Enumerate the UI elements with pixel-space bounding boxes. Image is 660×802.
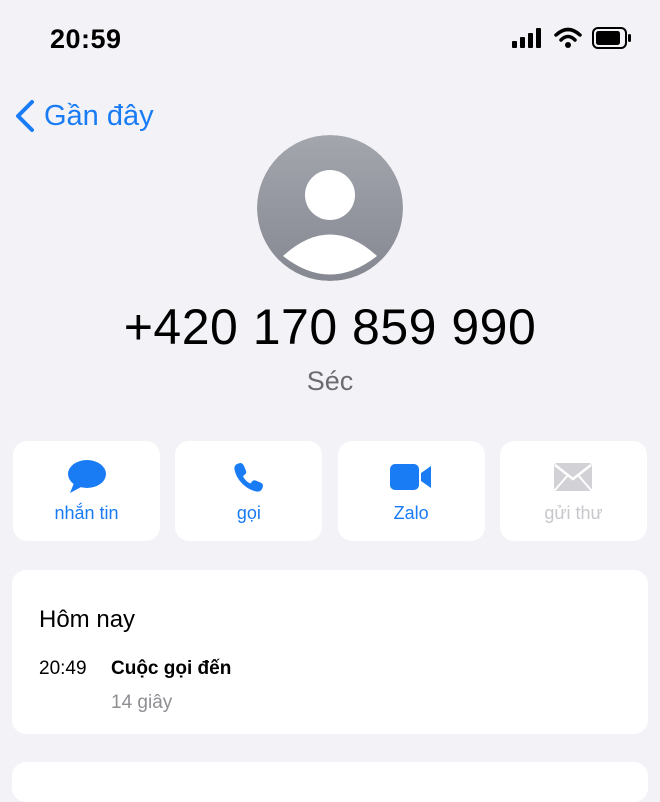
video-camera-icon [390,464,432,490]
chevron-left-icon [16,100,34,132]
call-button[interactable]: gọi [175,441,323,541]
mail-icon [554,463,593,491]
message-button[interactable]: nhắn tin [13,441,160,541]
call-button-label: gọi [236,503,261,523]
message-bubble-icon [67,460,106,493]
call-history-card: Hôm nay 20:49 Cuộc gọi đến 14 giây [12,570,648,734]
status-bar: 20:59 [0,0,660,80]
zalo-button-label: Zalo [393,503,429,523]
battery-icon [592,27,631,49]
person-placeholder-icon [257,135,403,281]
call-history-heading: Hôm nay [39,606,136,633]
phone-icon [234,463,263,492]
status-time: 20:59 [50,24,122,54]
action-buttons: nhắn tin gọi Zalo gửi thư [13,441,647,541]
mail-button[interactable]: gửi thư [499,441,647,541]
contact-country: Séc [306,366,354,396]
call-entry-duration: 14 giây [111,692,173,713]
back-button[interactable]: Gần đây [12,96,154,136]
next-section-card [12,762,648,802]
back-label: Gần đây [44,99,154,132]
wifi-icon [554,27,582,48]
status-icons [512,27,632,49]
message-button-label: nhắn tin [54,503,119,523]
zalo-button[interactable]: Zalo [337,441,485,541]
avatar [257,135,403,281]
contact-phone-number: +420 170 859 990 [123,299,537,355]
mail-button-label: gửi thư [544,503,603,523]
signal-icon [512,28,541,48]
call-entry-type: Cuộc gọi đến [111,658,232,679]
call-entry-time: 20:49 [39,658,87,679]
